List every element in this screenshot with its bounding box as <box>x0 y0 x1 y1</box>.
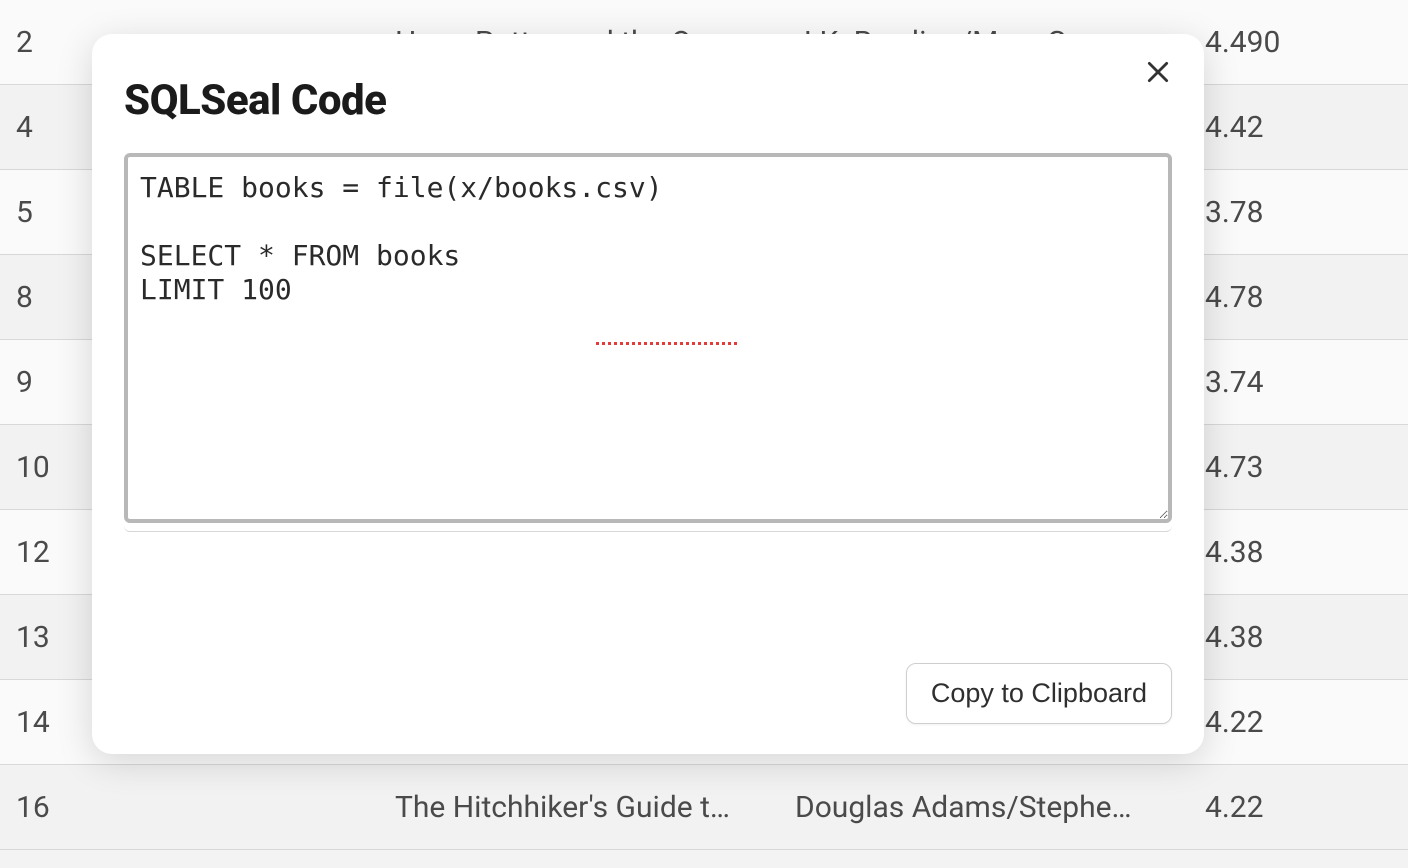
row-rating: 4.490 <box>1205 25 1408 60</box>
row-rating: 3.74 <box>1205 365 1408 400</box>
row-index: 5 <box>0 195 75 230</box>
row-index: 2 <box>0 25 75 60</box>
table-row[interactable]: 16The Hitchhiker's Guide t…Douglas Adams… <box>0 765 1408 850</box>
row-rating: 4.22 <box>1205 705 1408 740</box>
row-index: 13 <box>0 620 75 655</box>
sqlseal-code-modal: SQLSeal Code Copy to Clipboard <box>92 34 1204 754</box>
copy-to-clipboard-button[interactable]: Copy to Clipboard <box>906 663 1172 724</box>
row-index: 12 <box>0 535 75 570</box>
row-rating: 4.78 <box>1205 280 1408 315</box>
row-index: 10 <box>0 450 75 485</box>
code-textarea[interactable] <box>124 153 1172 523</box>
row-index: 16 <box>0 790 75 825</box>
modal-footer: Copy to Clipboard <box>124 637 1172 724</box>
row-index: 4 <box>0 110 75 145</box>
row-author: Douglas Adams/Stephe… <box>795 790 1205 825</box>
row-index: 8 <box>0 280 75 315</box>
row-rating: 4.73 <box>1205 450 1408 485</box>
modal-title: SQLSeal Code <box>124 76 1172 125</box>
row-rating: 3.78 <box>1205 195 1408 230</box>
row-rating: 4.38 <box>1205 535 1408 570</box>
close-icon <box>1145 59 1171 85</box>
close-button[interactable] <box>1138 52 1178 92</box>
row-title: The Hitchhiker's Guide t… <box>75 790 795 825</box>
row-rating: 4.38 <box>1205 620 1408 655</box>
row-rating: 4.22 <box>1205 790 1408 825</box>
row-rating: 4.42 <box>1205 110 1408 145</box>
row-index: 9 <box>0 365 75 400</box>
row-index: 14 <box>0 705 75 740</box>
code-area-wrapper <box>124 153 1172 532</box>
